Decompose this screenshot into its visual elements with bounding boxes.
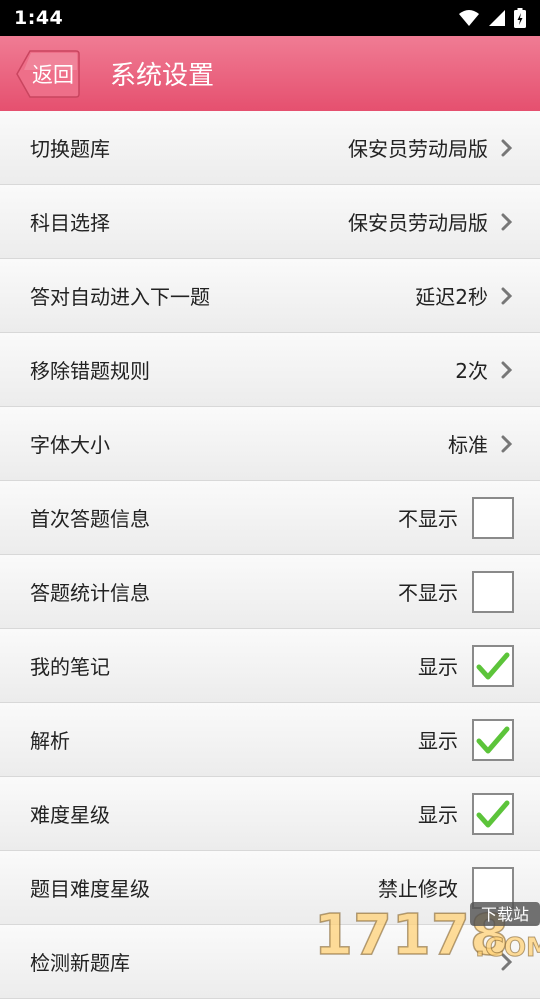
settings-row-label: 科目选择 (30, 207, 348, 236)
settings-row-value: 不显示 (398, 503, 458, 532)
chevron-right-icon (500, 360, 514, 380)
settings-row-value: 延迟2秒 (415, 281, 488, 310)
settings-row-value: 保安员劳动局版 (348, 133, 488, 162)
chevron-right-icon (500, 212, 514, 232)
settings-row-label: 切换题库 (30, 133, 348, 162)
settings-row-label: 字体大小 (30, 429, 448, 458)
settings-row-label: 我的笔记 (30, 651, 418, 680)
settings-row[interactable]: 移除错题规则2次 (0, 333, 540, 407)
checkmark-icon (476, 725, 510, 755)
title-bar: 返回 系统设置 (0, 36, 540, 111)
chevron-right-icon (500, 286, 514, 306)
checkbox-checked[interactable] (472, 719, 514, 761)
checkbox-checked[interactable] (472, 645, 514, 687)
back-button[interactable]: 返回 (16, 50, 80, 98)
back-button-label: 返回 (32, 59, 74, 89)
settings-row[interactable]: 解析显示 (0, 703, 540, 777)
battery-icon (514, 8, 526, 28)
settings-row-value: 禁止修改 (378, 873, 458, 902)
status-bar: 1:44 (0, 0, 540, 36)
checkbox-checked[interactable] (472, 793, 514, 835)
settings-row-label: 首次答题信息 (30, 503, 398, 532)
settings-row[interactable]: 科目选择保安员劳动局版 (0, 185, 540, 259)
settings-row-label: 题目难度星级 (30, 873, 378, 902)
settings-row-value: 显示 (418, 799, 458, 828)
chevron-right-icon (500, 138, 514, 158)
settings-row-value: 2次 (455, 355, 488, 384)
settings-row[interactable]: 切换题库保安员劳动局版 (0, 111, 540, 185)
wifi-icon (458, 9, 480, 27)
settings-row-value: 显示 (418, 651, 458, 680)
settings-row-value: 标准 (448, 429, 488, 458)
checkbox-unchecked[interactable] (472, 497, 514, 539)
settings-row-label: 难度星级 (30, 799, 418, 828)
settings-row-value: 不显示 (398, 577, 458, 606)
checkmark-icon (476, 799, 510, 829)
settings-row-value: 保安员劳动局版 (348, 207, 488, 236)
settings-list: 切换题库保安员劳动局版科目选择保安员劳动局版答对自动进入下一题延迟2秒移除错题规… (0, 111, 540, 999)
settings-row[interactable]: 答题统计信息不显示 (0, 555, 540, 629)
settings-row-label: 答对自动进入下一题 (30, 281, 415, 310)
checkmark-icon (476, 651, 510, 681)
chevron-right-icon (500, 434, 514, 454)
settings-row-value: 显示 (418, 725, 458, 754)
page-title: 系统设置 (110, 55, 214, 92)
svg-text:下载站: 下载站 (481, 905, 529, 924)
settings-row[interactable]: 答对自动进入下一题延迟2秒 (0, 259, 540, 333)
svg-text:.COM: .COM (475, 933, 540, 960)
settings-row[interactable]: 我的笔记显示 (0, 629, 540, 703)
settings-row-label: 移除错题规则 (30, 355, 455, 384)
status-icons (458, 8, 526, 28)
signal-icon (488, 9, 506, 27)
status-time: 1:44 (14, 7, 63, 29)
settings-row[interactable]: 首次答题信息不显示 (0, 481, 540, 555)
settings-row[interactable]: 难度星级显示 (0, 777, 540, 851)
settings-row-label: 答题统计信息 (30, 577, 398, 606)
settings-row[interactable]: 字体大小标准 (0, 407, 540, 481)
watermark-logo: 17178 下载站 .COM (310, 900, 540, 960)
settings-row-label: 解析 (30, 725, 418, 754)
checkbox-unchecked[interactable] (472, 571, 514, 613)
